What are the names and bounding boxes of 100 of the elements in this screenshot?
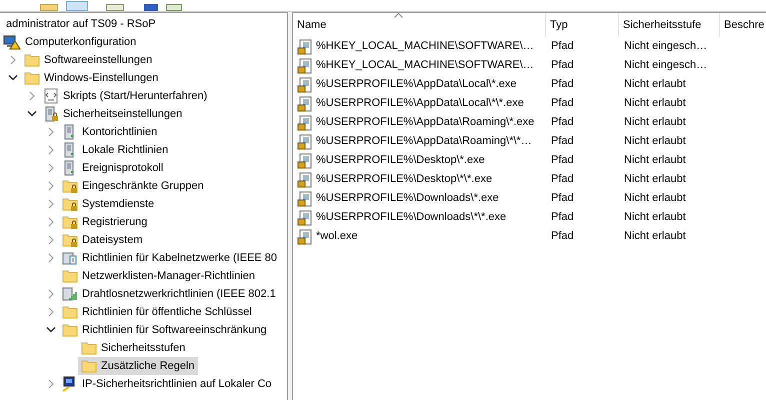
tree-item[interactable]: Systemdienste [59, 195, 158, 213]
folder-icon [24, 70, 40, 86]
chevron-right-icon[interactable] [8, 55, 18, 65]
tree-item[interactable]: Dateisystem [59, 231, 146, 249]
locked-document-icon [297, 114, 313, 130]
tree-item[interactable]: Richtlinien für öffentliche Schlüssel [59, 303, 255, 321]
locked-server-icon [43, 106, 59, 122]
type-cell-text: Pfad [550, 39, 575, 54]
locked-document-icon [297, 190, 313, 206]
security-level-cell-text: Nicht erlaubt [623, 115, 687, 130]
security-level-cell-text: Nicht erlaubt [623, 77, 687, 92]
type-cell-text: Pfad [550, 172, 575, 188]
column-header[interactable]: Sicherheitsstufe [618, 13, 719, 37]
security-level-cell-text: Nicht eingesch… [623, 58, 708, 74]
locked-folder-icon [62, 214, 78, 230]
tree-item[interactable]: Lokale Richtlinien [59, 141, 172, 159]
type-cell-text: Pfad [550, 96, 575, 112]
locked-folder-icon [62, 196, 78, 212]
type-cell-text: Pfad [550, 115, 575, 130]
column-header[interactable]: Beschre [719, 13, 766, 37]
chevron-right-icon[interactable] [46, 307, 56, 317]
locked-document-icon [297, 134, 313, 150]
rule-name-cell[interactable]: %USERPROFILE%\Downloads\*\*.exe [293, 209, 545, 226]
folder-icon [81, 358, 97, 374]
locked-document-icon [297, 38, 313, 54]
chevron-right-icon[interactable] [46, 181, 56, 191]
network-policy-icon [62, 250, 78, 266]
folder-icon [62, 322, 78, 338]
tree-item[interactable]: Sicherheitsstufen [78, 339, 188, 357]
type-cell-text: Pfad [550, 153, 575, 168]
locked-document-icon [297, 58, 313, 74]
column-header[interactable]: Name [293, 13, 545, 37]
tree-item[interactable]: Kontorichtlinien [59, 123, 160, 141]
chevron-right-icon[interactable] [46, 289, 56, 299]
chevron-right-icon[interactable] [46, 145, 56, 155]
tree-item[interactable]: Sicherheitseinstellungen [40, 105, 186, 123]
tree-item[interactable]: Eingeschränkte Gruppen [59, 177, 207, 195]
security-level-cell-text: Nicht erlaubt [623, 229, 687, 244]
locked-document-icon [297, 76, 313, 92]
rule-name-cell[interactable]: %USERPROFILE%\Desktop\*.exe [293, 152, 545, 169]
locked-document-icon [297, 228, 313, 244]
locked-folder-icon [62, 178, 78, 194]
computer-warning-icon [3, 34, 21, 50]
security-level-cell-text: Nicht erlaubt [623, 210, 687, 226]
tree-root-label[interactable]: administrator auf TS09 - RSoP [0, 15, 287, 33]
chevron-right-icon[interactable] [46, 235, 56, 245]
security-level-cell-text: Nicht erlaubt [623, 191, 687, 206]
toolbar-icon[interactable] [106, 4, 124, 11]
rule-name-cell[interactable]: %USERPROFILE%\Desktop\*\*.exe [293, 171, 545, 188]
chevron-down-icon[interactable] [27, 109, 37, 119]
locked-folder-icon [62, 232, 78, 248]
tree-item[interactable]: Skripts (Start/Herunterfahren) [40, 87, 210, 105]
chevron-down-icon[interactable] [46, 325, 56, 335]
rule-name-cell[interactable]: %HKEY_LOCAL_MACHINE\SOFTWARE\… [293, 57, 545, 74]
chevron-right-icon[interactable] [46, 127, 56, 137]
tree-item[interactable]: Windows-Einstellungen [21, 69, 162, 87]
tree-item[interactable]: IP-Sicherheitsrichtlinien auf Lokaler Co [59, 375, 275, 393]
tree-item[interactable]: Registrierung [59, 213, 150, 231]
security-level-cell-text: Nicht erlaubt [623, 96, 687, 112]
tree-item[interactable]: Ereignisprotokoll [59, 159, 166, 177]
toolbar-icon[interactable] [66, 1, 88, 11]
rule-name-cell[interactable]: *wol.exe [293, 228, 545, 245]
tree-item[interactable]: Computerkonfiguration [0, 33, 140, 51]
locked-document-icon [297, 210, 313, 226]
tree-item[interactable]: Netzwerklisten-Manager-Richtlinien [59, 267, 258, 285]
type-cell-text: Pfad [550, 191, 575, 206]
chevron-right-icon[interactable] [27, 91, 37, 101]
rule-name-cell[interactable]: %USERPROFILE%\AppData\Local\*\*.exe [293, 95, 545, 112]
toolbar-icon[interactable] [40, 4, 58, 11]
locked-document-icon [297, 172, 313, 188]
rule-name-cell[interactable]: %HKEY_LOCAL_MACHINE\SOFTWARE\… [293, 38, 545, 55]
script-icon [43, 88, 59, 104]
rule-name-cell[interactable]: %USERPROFILE%\Downloads\*.exe [293, 190, 545, 207]
rule-name-cell[interactable]: %USERPROFILE%\AppData\Roaming\*\*… [293, 133, 545, 150]
rule-name-cell[interactable]: %USERPROFILE%\AppData\Roaming\*.exe [293, 114, 545, 131]
security-level-cell-text: Nicht erlaubt [623, 134, 687, 150]
tree-item[interactable]: Drahtlosnetzwerkrichtlinien (IEEE 802.1 [59, 285, 279, 303]
tree-item[interactable]: Softwareeinstellungen [21, 51, 156, 69]
folder-icon [62, 304, 78, 320]
folder-icon [62, 268, 78, 284]
tree-item[interactable]: Richtlinien für Kabelnetzwerke (IEEE 80 [59, 249, 280, 267]
type-cell-text: Pfad [550, 229, 575, 244]
folder-icon [24, 52, 40, 68]
tree-item[interactable]: Richtlinien für Softwareeinschränkung [59, 321, 270, 339]
rule-name-cell[interactable]: %USERPROFILE%\AppData\Local\*.exe [293, 76, 545, 93]
column-header[interactable]: Typ [545, 13, 618, 37]
security-level-cell-text: Nicht eingesch… [623, 39, 708, 54]
toolbar-icon[interactable] [166, 4, 182, 11]
security-level-cell-text: Nicht erlaubt [623, 172, 687, 188]
type-cell-text: Pfad [550, 210, 575, 226]
locked-document-icon [297, 96, 313, 112]
tree-item[interactable]: Zusätzliche Regeln [78, 357, 198, 375]
wireless-policy-icon [62, 286, 78, 302]
type-cell-text: Pfad [550, 58, 575, 74]
chevron-right-icon[interactable] [46, 199, 56, 209]
chevron-right-icon[interactable] [46, 253, 56, 263]
chevron-down-icon[interactable] [8, 73, 18, 83]
chevron-right-icon[interactable] [46, 217, 56, 227]
chevron-right-icon[interactable] [46, 379, 56, 389]
chevron-right-icon[interactable] [46, 163, 56, 173]
